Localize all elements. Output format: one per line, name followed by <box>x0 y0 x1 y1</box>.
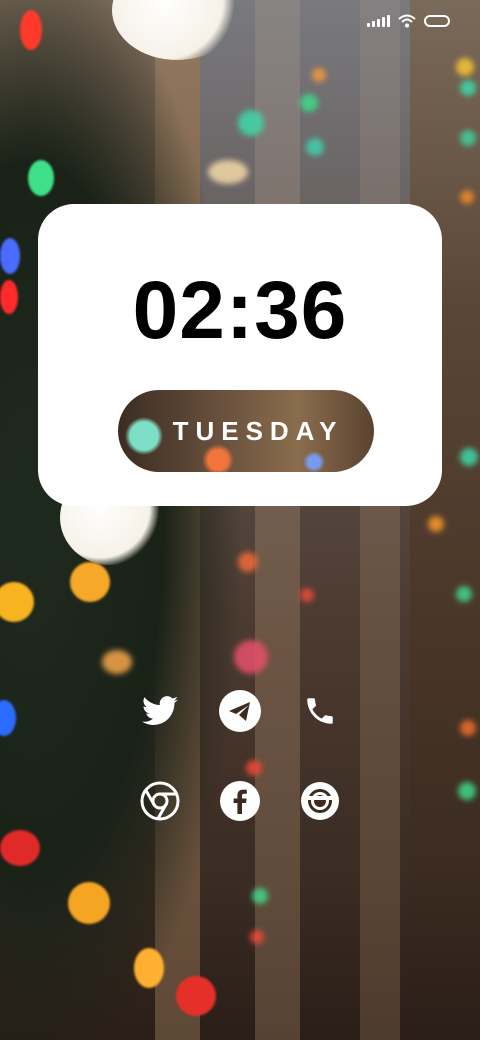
bokeh <box>246 760 262 776</box>
tree-light <box>134 948 164 988</box>
bokeh <box>252 888 268 904</box>
bokeh <box>300 588 314 602</box>
bokeh <box>102 650 132 674</box>
bokeh <box>208 160 248 184</box>
telegram-icon[interactable] <box>219 690 261 732</box>
bokeh <box>250 930 264 944</box>
facebook-icon[interactable] <box>219 780 261 822</box>
clock-time: 02:36 <box>132 265 348 356</box>
day-pill: TUESDAY <box>118 390 374 472</box>
camera-icon[interactable] <box>299 780 341 822</box>
bokeh <box>456 58 474 76</box>
bokeh <box>460 720 476 736</box>
tree-light <box>68 882 110 924</box>
bokeh <box>460 80 476 96</box>
bokeh <box>428 516 444 532</box>
tree-light <box>0 238 20 274</box>
bokeh <box>238 110 264 136</box>
bokeh <box>300 94 318 112</box>
tree-light <box>70 562 110 602</box>
bokeh <box>238 552 258 572</box>
tree-light <box>0 830 40 866</box>
phone-icon[interactable] <box>299 690 341 732</box>
signal-icon <box>367 15 390 27</box>
wallpaper <box>0 0 480 1040</box>
bokeh <box>234 640 268 674</box>
day-label: TUESDAY <box>172 416 344 446</box>
chrome-icon[interactable] <box>139 780 181 822</box>
wifi-icon <box>398 14 416 28</box>
bokeh <box>460 190 474 204</box>
bokeh <box>458 782 476 800</box>
tree-light <box>0 280 18 314</box>
status-bar <box>367 14 450 28</box>
bokeh <box>306 138 324 156</box>
tree-light <box>176 976 216 1016</box>
tree-light <box>28 160 54 196</box>
bokeh <box>460 130 476 146</box>
tree-light <box>20 10 42 50</box>
battery-icon <box>424 15 450 27</box>
bokeh <box>456 586 472 602</box>
twitter-icon[interactable] <box>139 690 181 732</box>
bokeh <box>460 448 478 466</box>
clock-widget[interactable]: 02:36 TUESDAY <box>38 204 442 506</box>
bokeh <box>312 68 326 82</box>
